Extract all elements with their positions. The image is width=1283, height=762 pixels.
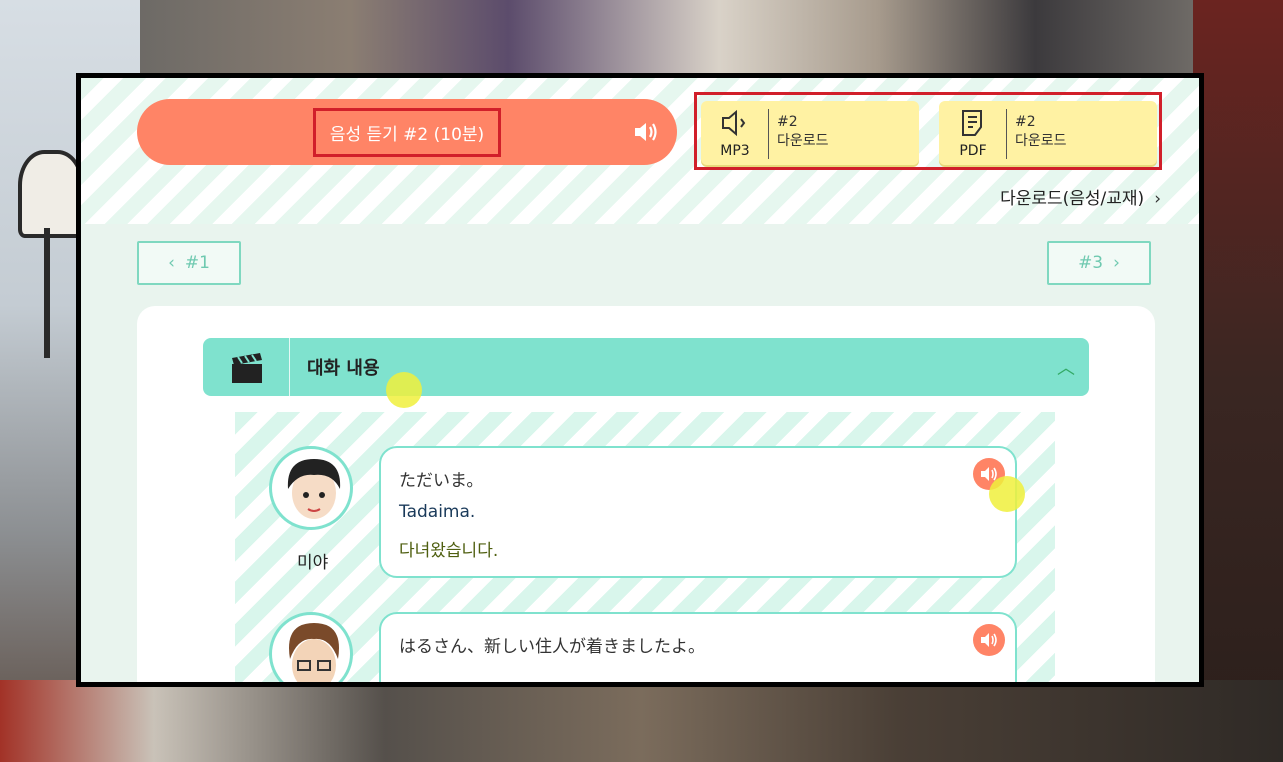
chevron-left-icon: ‹ <box>168 253 175 273</box>
app-frame: 음성 듣기 #2 (10분) MP3 #2 다운로드 PDF #2 다운로드 다… <box>76 73 1204 687</box>
prev-episode-label: #1 <box>184 253 210 273</box>
avatar-man <box>269 612 353 682</box>
pdf-download-button[interactable]: PDF #2 다운로드 <box>939 101 1157 165</box>
divider <box>768 109 769 159</box>
background-right <box>1193 0 1283 762</box>
lamp-post <box>44 228 50 358</box>
man-face-icon <box>289 623 339 682</box>
street-lamp <box>18 150 84 238</box>
dialog-bubble: はるさん、新しい住人が着きましたよ。 <box>379 612 1017 682</box>
mp3-download-text: #2 다운로드 <box>777 113 829 151</box>
prev-episode-button[interactable]: ‹ #1 <box>137 241 241 285</box>
clapperboard-icon <box>232 353 262 383</box>
download-group: MP3 #2 다운로드 PDF #2 다운로드 <box>694 92 1162 170</box>
listen-audio-button[interactable]: 음성 듣기 #2 (10분) <box>137 99 677 165</box>
mp3-icon-wrap: MP3 <box>713 109 757 159</box>
speaker-outline-icon <box>722 109 746 137</box>
speaker-icon <box>981 633 997 647</box>
cursor-highlight <box>386 372 422 408</box>
dialog-japanese: はるさん、新しい住人が着きましたよ。 <box>399 637 705 657</box>
download-materials-link[interactable]: 다운로드(음성/교재) › <box>1000 184 1161 209</box>
next-episode-label: #3 <box>1078 253 1104 273</box>
dialog-japanese: ただいま。 <box>399 471 484 491</box>
speaker-icon <box>635 123 657 141</box>
dialog-bubble: ただいま。 Tadaima. 다녀왔습니다. <box>379 446 1025 578</box>
content-card: 대화 내용 ︿ 미야 ただいま。 Tadaima. 다녀왔습니다. はるさん、新… <box>137 306 1155 682</box>
pdf-action: 다운로드 <box>1015 133 1067 149</box>
avatar-miya <box>269 446 353 530</box>
chevron-right-icon: › <box>1154 189 1161 209</box>
pdf-number: #2 <box>1015 114 1036 130</box>
background-bottom <box>0 680 1283 762</box>
pdf-download-text: #2 다운로드 <box>1015 113 1067 151</box>
chevron-right-icon: › <box>1113 253 1120 273</box>
speaker-name: 미야 <box>297 553 329 573</box>
mp3-number: #2 <box>777 114 798 130</box>
pdf-icon-wrap: PDF <box>951 109 995 159</box>
divider <box>1006 109 1007 159</box>
dialog-korean: 다녀왔습니다. <box>399 541 499 561</box>
dialog-section-header[interactable]: 대화 내용 ︿ <box>203 338 1089 408</box>
divider <box>289 338 290 396</box>
mp3-action: 다운로드 <box>777 133 829 149</box>
next-episode-button[interactable]: #3 › <box>1047 241 1151 285</box>
header-area: 음성 듣기 #2 (10분) MP3 #2 다운로드 PDF #2 다운로드 다… <box>81 78 1199 224</box>
play-audio-button[interactable] <box>973 624 1005 656</box>
dialog-romaji: Tadaima. <box>399 502 476 522</box>
dialog-area: 미야 ただいま。 Tadaima. 다녀왔습니다. はるさん、新しい住人が着きま… <box>235 412 1055 682</box>
pdf-icon-label: PDF <box>959 143 987 159</box>
download-materials-label: 다운로드(음성/교재) <box>1000 189 1145 209</box>
listen-audio-label: 음성 듣기 #2 (10분) <box>312 107 502 157</box>
cursor-highlight <box>989 476 1025 512</box>
background-top <box>140 0 1193 76</box>
girl-face-icon <box>287 459 341 519</box>
mp3-icon-label: MP3 <box>720 143 750 159</box>
mp3-download-button[interactable]: MP3 #2 다운로드 <box>701 101 919 165</box>
document-icon <box>962 110 982 136</box>
chevron-up-icon[interactable]: ︿ <box>1057 354 1075 380</box>
section-title: 대화 내용 <box>307 358 380 379</box>
